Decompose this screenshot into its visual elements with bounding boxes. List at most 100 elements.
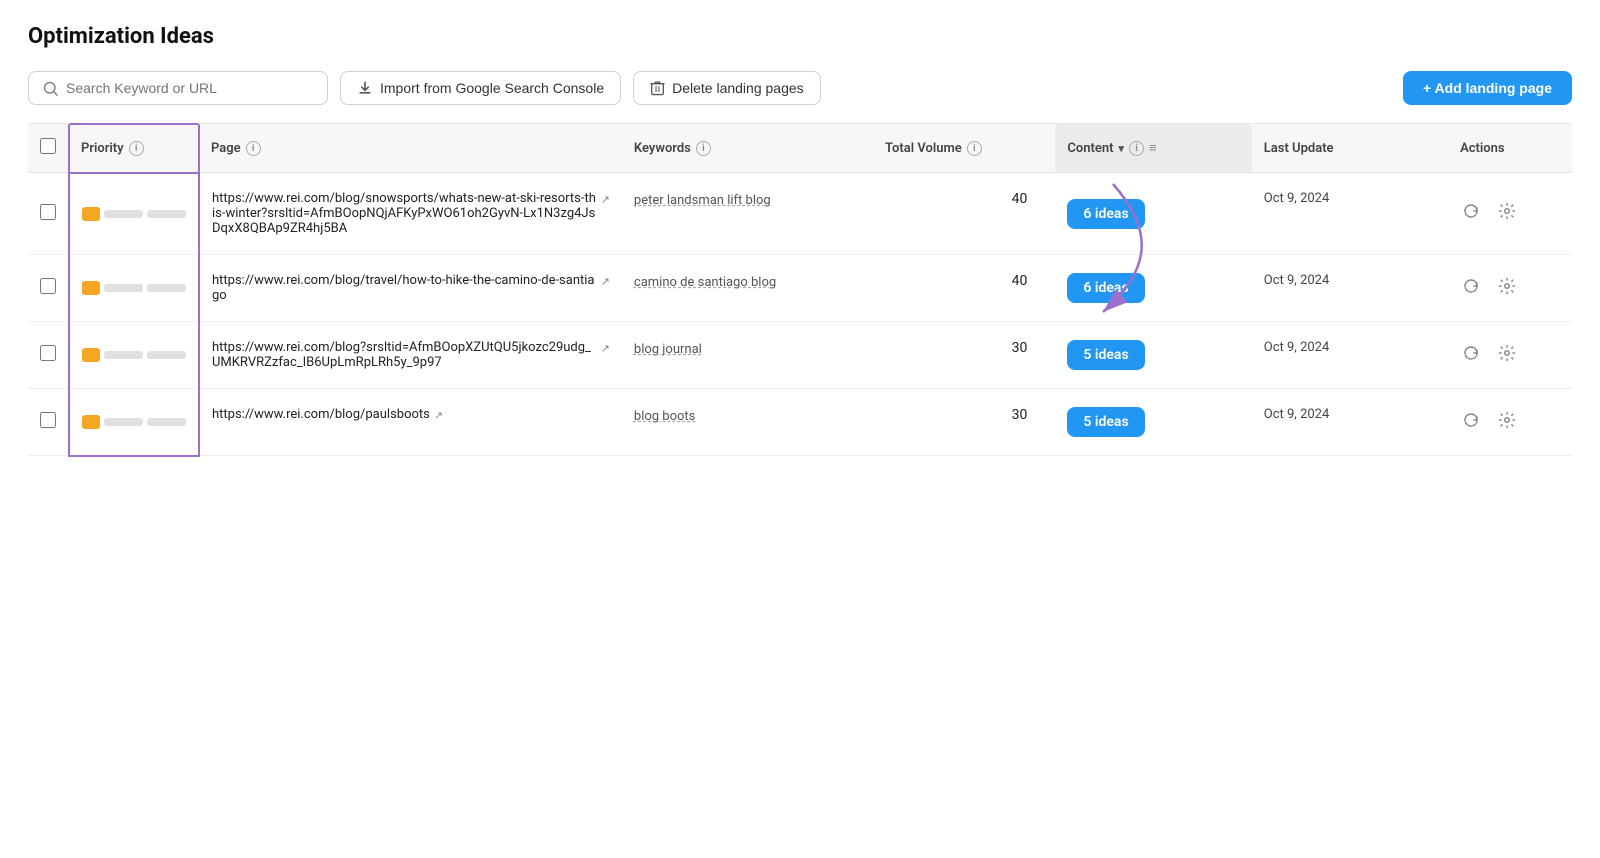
row-checkbox[interactable] <box>40 412 56 428</box>
content-chevron-icon[interactable]: ▾ <box>1119 142 1125 155</box>
refresh-button[interactable] <box>1460 342 1482 369</box>
external-link-icon: ↗ <box>601 342 610 355</box>
search-input[interactable] <box>66 80 313 96</box>
actions-wrap <box>1460 342 1560 369</box>
actions-label: Actions <box>1460 141 1505 156</box>
keyword-link[interactable]: camino de santiago blog <box>634 275 776 290</box>
volume-cell: 30 <box>873 322 1055 389</box>
content-cell: 5 ideas <box>1055 322 1251 389</box>
import-button[interactable]: Import from Google Search Console <box>340 71 621 105</box>
total-volume-label: Total Volume <box>885 141 962 156</box>
keyword-link[interactable]: blog journal <box>634 342 702 357</box>
volume-cell: 40 <box>873 255 1055 322</box>
refresh-icon <box>1462 277 1480 295</box>
keywords-info-icon[interactable]: i <box>696 141 711 156</box>
refresh-button[interactable] <box>1460 200 1482 227</box>
settings-button[interactable] <box>1496 200 1518 227</box>
page-cell: https://www.rei.com/blog?srsltid=AfmBOop… <box>199 322 622 389</box>
keyword-cell: peter landsman lift blog <box>622 173 873 255</box>
row-checkbox-cell <box>28 255 69 322</box>
page-cell: https://www.rei.com/blog/paulsboots ↗ <box>199 389 622 456</box>
priority-filled-bar <box>82 207 100 221</box>
last-update-cell: Oct 9, 2024 <box>1252 389 1448 456</box>
page-cell: https://www.rei.com/blog/travel/how-to-h… <box>199 255 622 322</box>
page-header: Page i <box>199 124 622 173</box>
select-all-checkbox[interactable] <box>40 138 56 154</box>
settings-button[interactable] <box>1496 275 1518 302</box>
table-row: https://www.rei.com/blog/paulsboots ↗ bl… <box>28 389 1572 456</box>
search-icon <box>43 81 58 96</box>
page-title: Optimization Ideas <box>28 24 1572 49</box>
ideas-badge[interactable]: 5 ideas <box>1067 407 1144 437</box>
last-update-header: Last Update <box>1252 124 1448 173</box>
priority-bar <box>82 281 186 295</box>
ideas-badge[interactable]: 6 ideas <box>1067 273 1144 303</box>
page-url-text: https://www.rei.com/blog/travel/how-to-h… <box>212 273 597 303</box>
priority-empty-bar <box>104 351 143 359</box>
keyword-link[interactable]: blog boots <box>634 409 696 424</box>
content-cell: 6 ideas <box>1055 173 1251 255</box>
delete-icon <box>650 80 665 96</box>
refresh-button[interactable] <box>1460 275 1482 302</box>
actions-header: Actions <box>1448 124 1572 173</box>
page-cell: https://www.rei.com/blog/snowsports/what… <box>199 173 622 255</box>
row-checkbox[interactable] <box>40 204 56 220</box>
last-update-cell: Oct 9, 2024 <box>1252 322 1448 389</box>
priority-empty-bar <box>104 284 143 292</box>
page-url-text: https://www.rei.com/blog/snowsports/what… <box>212 191 597 236</box>
toolbar: Import from Google Search Console Delete… <box>28 71 1572 105</box>
priority-empty-bar2 <box>147 284 186 292</box>
external-link-icon: ↗ <box>601 193 610 206</box>
add-landing-page-button[interactable]: + Add landing page <box>1403 71 1572 105</box>
refresh-icon <box>1462 202 1480 220</box>
actions-cell <box>1448 322 1572 389</box>
keyword-link[interactable]: peter landsman lift blog <box>634 193 771 208</box>
delete-button[interactable]: Delete landing pages <box>633 71 821 105</box>
actions-cell <box>1448 389 1572 456</box>
page-url-link[interactable]: https://www.rei.com/blog/snowsports/what… <box>212 191 610 236</box>
keywords-header-label: Keywords <box>634 141 691 156</box>
actions-wrap <box>1460 409 1560 436</box>
content-filter-icon[interactable]: ≡ <box>1149 140 1157 156</box>
page-info-icon[interactable]: i <box>246 141 261 156</box>
priority-filled-bar <box>82 415 100 429</box>
keyword-cell: blog journal <box>622 322 873 389</box>
priority-empty-bar <box>104 210 143 218</box>
page-url-link[interactable]: https://www.rei.com/blog/travel/how-to-h… <box>212 273 610 303</box>
settings-icon <box>1498 202 1516 220</box>
page-url-link[interactable]: https://www.rei.com/blog?srsltid=AfmBOop… <box>212 340 610 370</box>
refresh-button[interactable] <box>1460 409 1482 436</box>
keyword-cell: blog boots <box>622 389 873 456</box>
volume-cell: 40 <box>873 173 1055 255</box>
content-cell: 6 ideas <box>1055 255 1251 322</box>
optimization-table: Priority i Page i Keywords i <box>28 124 1572 457</box>
settings-icon <box>1498 277 1516 295</box>
total-volume-header: Total Volume i <box>873 124 1055 173</box>
row-checkbox-cell <box>28 389 69 456</box>
refresh-icon <box>1462 411 1480 429</box>
ideas-badge[interactable]: 6 ideas <box>1067 199 1144 229</box>
table-row: https://www.rei.com/blog?srsltid=AfmBOop… <box>28 322 1572 389</box>
priority-cell <box>69 389 199 456</box>
priority-filled-bar <box>82 281 100 295</box>
last-update-cell: Oct 9, 2024 <box>1252 173 1448 255</box>
priority-bar <box>82 207 186 221</box>
content-info-icon[interactable]: i <box>1129 141 1144 156</box>
row-checkbox[interactable] <box>40 278 56 294</box>
external-link-icon: ↗ <box>601 275 610 288</box>
data-table: Priority i Page i Keywords i <box>28 123 1572 457</box>
page-url-link[interactable]: https://www.rei.com/blog/paulsboots ↗ <box>212 407 443 422</box>
priority-header-label: Priority <box>81 141 124 156</box>
priority-info-icon[interactable]: i <box>129 141 144 156</box>
priority-bar <box>82 348 186 362</box>
settings-button[interactable] <box>1496 342 1518 369</box>
table-row: https://www.rei.com/blog/snowsports/what… <box>28 173 1572 255</box>
settings-button[interactable] <box>1496 409 1518 436</box>
content-cell: 5 ideas <box>1055 389 1251 456</box>
external-link-icon: ↗ <box>434 409 443 422</box>
row-checkbox[interactable] <box>40 345 56 361</box>
search-box <box>28 71 328 105</box>
priority-empty-bar2 <box>147 418 186 426</box>
ideas-badge[interactable]: 5 ideas <box>1067 340 1144 370</box>
volume-info-icon[interactable]: i <box>967 141 982 156</box>
